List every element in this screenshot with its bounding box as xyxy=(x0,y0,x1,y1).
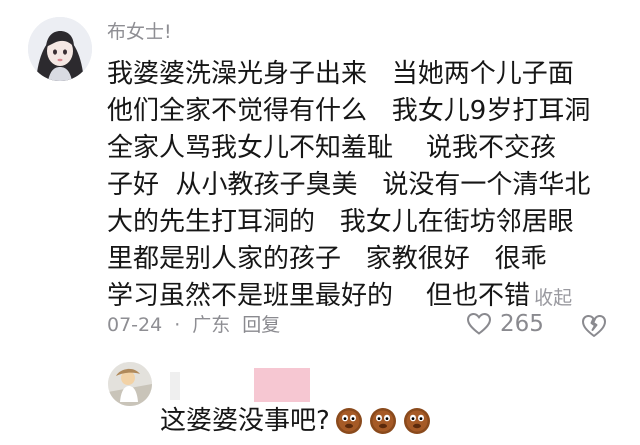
comment-line: 子好 从小教孩子臭美 说没有一个清华北 xyxy=(107,170,591,200)
avatar-portrait-icon xyxy=(28,17,92,81)
comment-line: 大的先生打耳洞的 我女儿在街坊邻居眼 xyxy=(107,207,574,237)
reply-button[interactable]: 回复 xyxy=(242,312,280,338)
blurred-reply-username xyxy=(170,368,310,402)
cookie-face-emoji-icon xyxy=(403,408,430,434)
cookie-face-emoji-icon xyxy=(369,408,396,434)
comment-body: 我婆婆洗澡光身子出来 当她两个儿子面 他们全家不觉得有什么 我女儿9岁打耳洞 全… xyxy=(107,56,617,317)
reply-avatar[interactable] xyxy=(108,362,152,406)
dislike-button[interactable] xyxy=(580,312,608,340)
comment-author-name[interactable]: 布女士! xyxy=(107,20,172,44)
reply-avatar-image-icon xyxy=(108,362,152,406)
comment-location: 广东 xyxy=(192,314,231,336)
comment-line: 里都是别人家的孩子 家教很好 很乖 xyxy=(107,244,547,274)
like-count: 265 xyxy=(500,311,544,337)
cookie-face-emoji-icon xyxy=(335,408,362,434)
comment-line: 他们全家不觉得有什么 我女儿9岁打耳洞 xyxy=(107,96,591,126)
commenter-avatar[interactable] xyxy=(28,17,92,81)
comment-line: 全家人骂我女儿不知羞耻 说我不交孩 xyxy=(107,133,557,163)
collapse-button[interactable]: 收起 xyxy=(534,287,572,309)
comment-date: 07-24 xyxy=(107,314,163,336)
like-button[interactable]: 265 xyxy=(466,309,544,339)
reply-body: 这婆婆没事吧? xyxy=(160,404,432,438)
heart-icon xyxy=(466,312,492,335)
broken-heart-icon xyxy=(582,315,606,337)
comment-line: 我婆婆洗澡光身子出来 当她两个儿子面 xyxy=(107,59,574,89)
comment-meta: 07-24 · 广东 回复 xyxy=(107,312,280,338)
reply-text: 这婆婆没事吧? xyxy=(160,406,330,436)
blur-mask-icon xyxy=(170,368,310,402)
comment-line-text: 学习虽然不是班里最好的 但也不错 xyxy=(107,281,531,311)
meta-separator: · xyxy=(174,314,181,336)
